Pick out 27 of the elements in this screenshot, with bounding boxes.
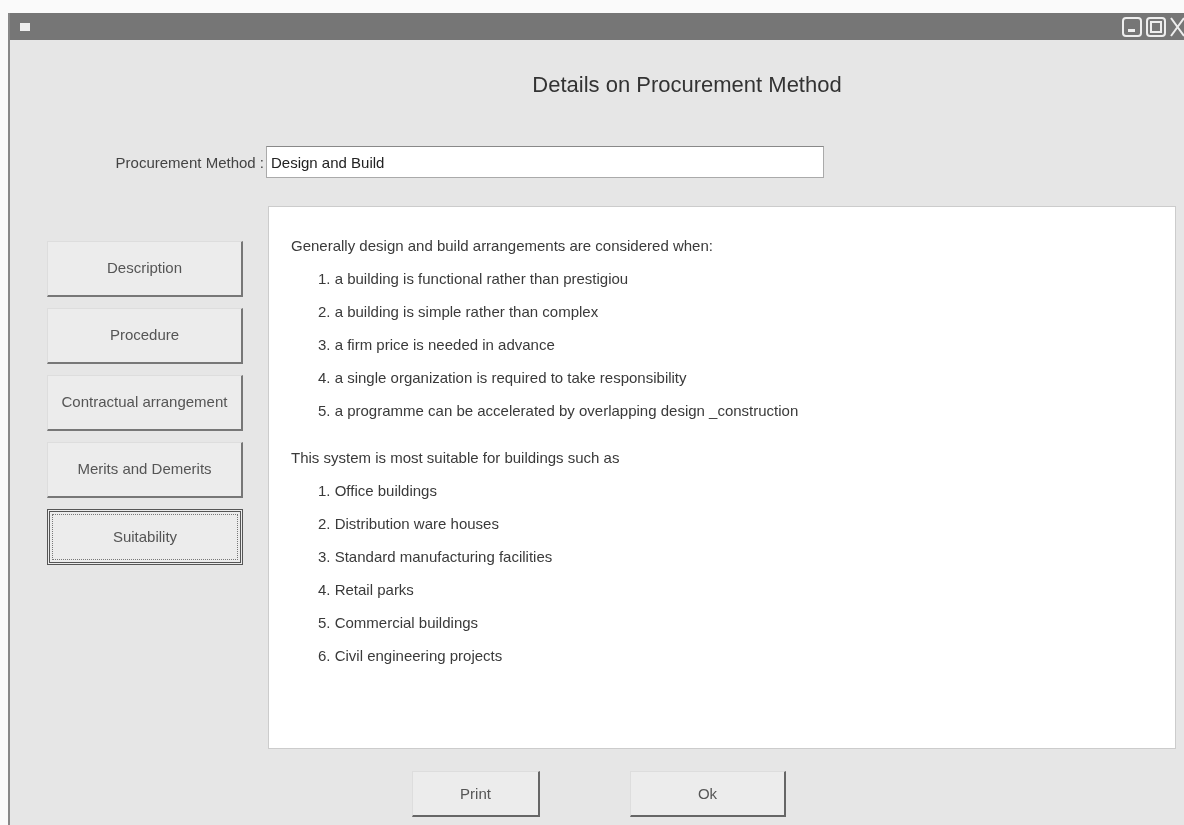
close-icon[interactable] xyxy=(1170,16,1184,37)
window-icon xyxy=(20,22,30,31)
nav-button[interactable]: Merits and Demerits xyxy=(47,442,243,498)
intro-text: Generally design and build arrangements are considered when: xyxy=(291,236,714,256)
nav-button[interactable]: Suitability xyxy=(47,509,243,565)
dialog-heading: Details on Procurement Method xyxy=(531,71,843,99)
list-item: 2. Distribution ware houses xyxy=(317,514,500,534)
maximize-icon[interactable] xyxy=(1146,16,1166,37)
minimize-icon[interactable] xyxy=(1122,16,1142,37)
list-item: 5. a programme can be accelerated by overlapping design _construction xyxy=(317,401,800,421)
list-item: 4. Retail parks xyxy=(317,580,415,600)
dialog-button[interactable]: Print xyxy=(412,771,540,817)
nav-button[interactable]: Procedure xyxy=(47,308,243,364)
list-item: 3. Standard manufacturing facilities xyxy=(317,547,554,567)
list-item: 1. Office buildings xyxy=(317,481,438,501)
list-item: 1. a building is functional rather than prestigiou xyxy=(317,269,630,289)
procurement-method-field[interactable]: Design and Build xyxy=(266,146,824,178)
list-item: 5. Commercial buildings xyxy=(317,613,480,633)
list-item: 2. a building is simple rather than complex xyxy=(317,302,600,322)
dialog-button[interactable]: Ok xyxy=(630,771,786,817)
intro-text: This system is most suitable for buildings such as xyxy=(291,448,621,468)
nav-button[interactable]: Contractual arrangement xyxy=(47,375,243,431)
nav-button[interactable]: Description xyxy=(47,241,243,297)
list-item: 3. a firm price is needed in advance xyxy=(317,335,556,355)
list-item: 4. a single organization is required to take responsibility xyxy=(317,368,688,388)
list-item: 6. Civil engineering projects xyxy=(317,646,504,666)
field-label: Procurement Method : xyxy=(114,153,265,171)
